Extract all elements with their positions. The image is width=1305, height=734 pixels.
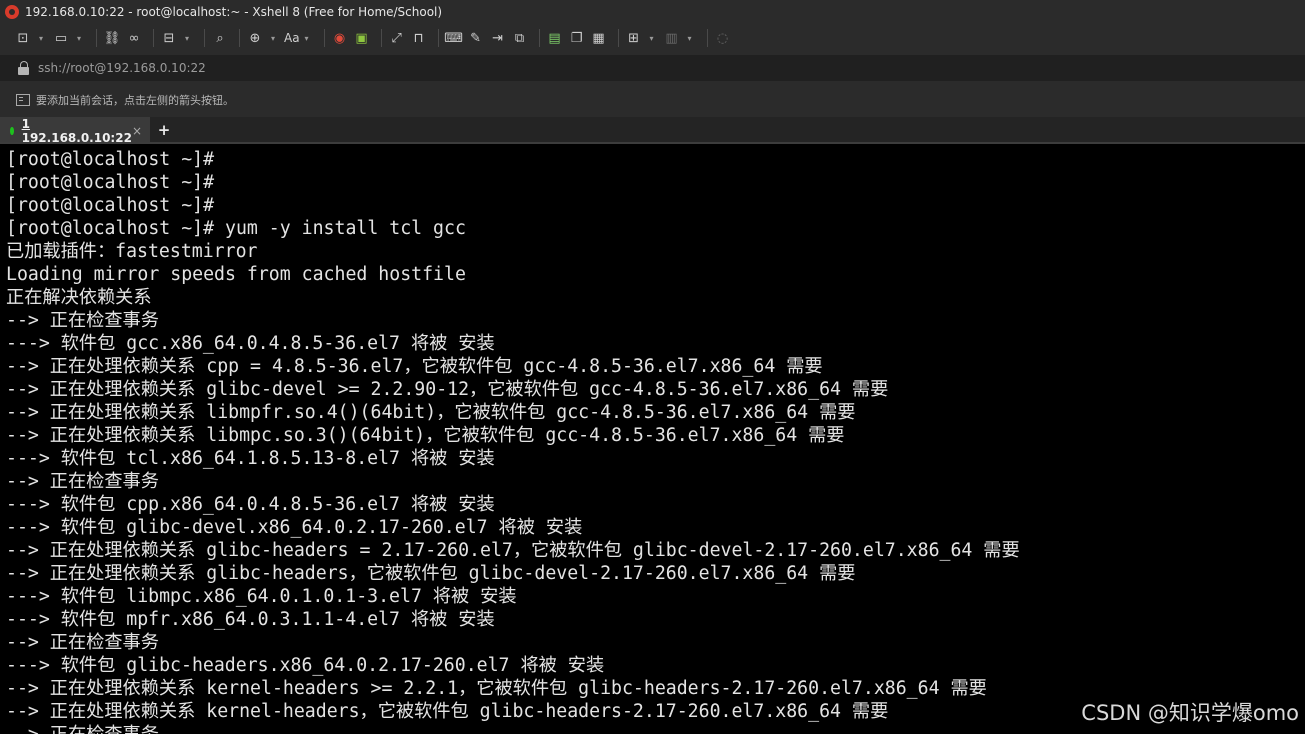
font-button[interactable]: Aa bbox=[284, 31, 300, 45]
xftp-icon[interactable]: ▣ bbox=[353, 29, 371, 47]
terminal-line: [root@localhost ~]# bbox=[6, 195, 215, 216]
terminal-line: [root@localhost ~]# bbox=[6, 172, 215, 193]
lock-icon bbox=[18, 61, 30, 75]
toolbar-divider bbox=[153, 29, 154, 47]
copy-icon[interactable]: ❐ bbox=[568, 29, 586, 47]
lock-icon[interactable]: ⊓ bbox=[410, 29, 428, 47]
chevron-down-icon[interactable]: ▾ bbox=[268, 29, 278, 47]
toolbar-divider bbox=[239, 29, 240, 47]
toolbar: ⊡ ▾ ▭ ▾ ⛓ ∞ ⊟ ▾ ⌕ ⊕ ▾ Aa ▾ ◉ ▣ ⤢ ⊓ ⌨ ✎ ⇥… bbox=[0, 24, 1305, 52]
tab-label: 1 192.168.0.10:22 bbox=[21, 117, 132, 145]
hint-text: 要添加当前会话，点击左侧的箭头按钮。 bbox=[36, 93, 234, 107]
terminal-line: --> 正在检查事务 bbox=[6, 632, 159, 653]
terminal-line: --> 正在处理依赖关系 glibc-headers，它被软件包 glibc-d… bbox=[6, 563, 856, 584]
connected-status-icon bbox=[10, 127, 14, 135]
terminal-line: --> 正在处理依赖关系 cpp = 4.8.5-36.el7，它被软件包 gc… bbox=[6, 356, 823, 377]
terminal-line: --> 正在处理依赖关系 libmpc.so.3()(64bit)，它被软件包 … bbox=[6, 425, 845, 446]
terminal-line: --> 正在处理依赖关系 glibc-headers = 2.17-260.el… bbox=[6, 540, 1020, 561]
add-tab-button[interactable]: + bbox=[150, 117, 178, 143]
session-list-icon[interactable] bbox=[16, 93, 30, 106]
watermark: CSDN @知识学爆omo bbox=[1081, 701, 1299, 725]
layout-icon[interactable]: ▥ bbox=[663, 29, 681, 47]
reconnect-icon[interactable]: ⛓ bbox=[103, 29, 121, 47]
terminal-line: ---> 软件包 tcl.x86_64.1.8.5.13-8.el7 将被 安装 bbox=[6, 448, 495, 469]
toolbar-divider bbox=[538, 29, 540, 47]
keyboard-icon[interactable]: ⌨ bbox=[444, 29, 463, 47]
title-bar: 192.168.0.10:22 - root@localhost:~ - Xsh… bbox=[0, 0, 1305, 24]
terminal-line: Loading mirror speeds from cached hostfi… bbox=[6, 264, 466, 285]
terminal-line: --> 正在检查事务 bbox=[6, 471, 159, 492]
terminal[interactable]: [root@localhost ~]# [root@localhost ~]# [r… bbox=[0, 144, 1305, 734]
xshell-logo-icon bbox=[5, 5, 19, 19]
terminal-line: ---> 软件包 mpfr.x86_64.0.3.1.1-4.el7 将被 安装 bbox=[6, 609, 495, 630]
fullscreen-icon[interactable]: ⤢ bbox=[388, 29, 406, 47]
terminal-line: --> 正在检查事务 bbox=[6, 723, 1020, 734]
paste-icon[interactable]: ▦ bbox=[590, 29, 608, 47]
tab-bar: 1 192.168.0.10:22 × + bbox=[0, 117, 1305, 145]
window-title: 192.168.0.10:22 - root@localhost:~ - Xsh… bbox=[25, 5, 443, 19]
toolbar-divider bbox=[706, 29, 708, 47]
address-text[interactable]: ssh://root@192.168.0.10:22 bbox=[38, 61, 206, 75]
toolbar-divider bbox=[96, 29, 97, 47]
globe-icon[interactable]: ⊕ bbox=[246, 29, 264, 47]
add-tab-icon[interactable]: ⊞ bbox=[625, 29, 643, 47]
search-icon[interactable]: ⌕ bbox=[211, 29, 229, 47]
chevron-down-icon[interactable]: ▾ bbox=[302, 29, 312, 47]
new-session-icon[interactable]: ⊡ bbox=[14, 29, 32, 47]
disconnect-icon[interactable]: ∞ bbox=[125, 29, 143, 47]
terminal-line: ---> 软件包 glibc-headers.x86_64.0.2.17-260… bbox=[6, 655, 605, 676]
terminal-line: 正在解决依赖关系 bbox=[6, 287, 152, 308]
toolbar-divider bbox=[380, 29, 382, 47]
close-icon[interactable]: × bbox=[132, 124, 142, 138]
terminal-line: 已加载插件：fastestmirror bbox=[6, 241, 258, 262]
terminal-output: [root@localhost ~]# [root@localhost ~]# [r… bbox=[6, 148, 1020, 734]
toolbar-divider bbox=[437, 29, 439, 47]
tab-session-1[interactable]: 1 192.168.0.10:22 × bbox=[0, 117, 150, 145]
terminal-line: --> 正在处理依赖关系 kernel-headers >= 2.2.1，它被软… bbox=[6, 678, 987, 699]
script-icon[interactable]: ⧉ bbox=[511, 29, 529, 47]
chevron-down-icon[interactable]: ▾ bbox=[647, 29, 657, 47]
terminal-line: --> 正在检查事务 bbox=[6, 310, 159, 331]
open-folder-icon[interactable]: ▭ bbox=[52, 29, 70, 47]
terminal-line: --> 正在处理依赖关系 libmpfr.so.4()(64bit)，它被软件包… bbox=[6, 402, 856, 423]
terminal-line: ---> 软件包 glibc-devel.x86_64.0.2.17-260.e… bbox=[6, 517, 583, 538]
session-hint-bar: 要添加当前会话，点击左侧的箭头按钮。 bbox=[0, 86, 1305, 113]
terminal-line: ---> 软件包 cpp.x86_64.0.4.8.5-36.el7 将被 安装 bbox=[6, 494, 495, 515]
new-window-icon[interactable]: ⊟ bbox=[160, 29, 178, 47]
xshell-icon[interactable]: ◉ bbox=[331, 29, 349, 47]
help-icon[interactable]: ◌ bbox=[714, 29, 732, 47]
chevron-down-icon[interactable]: ▾ bbox=[685, 29, 695, 47]
toolbar-divider bbox=[323, 29, 325, 47]
terminal-line: ---> 软件包 gcc.x86_64.0.4.8.5-36.el7 将被 安装 bbox=[6, 333, 495, 354]
compose-icon[interactable]: ✎ bbox=[467, 29, 485, 47]
toolbar-divider bbox=[204, 29, 205, 47]
chevron-down-icon[interactable]: ▾ bbox=[74, 29, 84, 47]
chevron-down-icon[interactable]: ▾ bbox=[36, 29, 46, 47]
toolbar-divider bbox=[617, 29, 619, 47]
terminal-line: --> 正在处理依赖关系 kernel-headers，它被软件包 glibc-… bbox=[6, 701, 889, 722]
transfer-icon[interactable]: ⇥ bbox=[489, 29, 507, 47]
terminal-line: --> 正在处理依赖关系 glibc-devel >= 2.2.90-12，它被… bbox=[6, 379, 889, 400]
terminal-line: [root@localhost ~]# bbox=[6, 149, 215, 170]
terminal-line: ---> 软件包 libmpc.x86_64.0.1.0.1-3.el7 将被 … bbox=[6, 586, 517, 607]
log-icon[interactable]: ▤ bbox=[546, 29, 564, 47]
chevron-down-icon[interactable]: ▾ bbox=[182, 29, 192, 47]
terminal-line: [root@localhost ~]# yum -y install tcl g… bbox=[6, 218, 466, 239]
address-bar[interactable]: ssh://root@192.168.0.10:22 bbox=[0, 55, 1305, 81]
